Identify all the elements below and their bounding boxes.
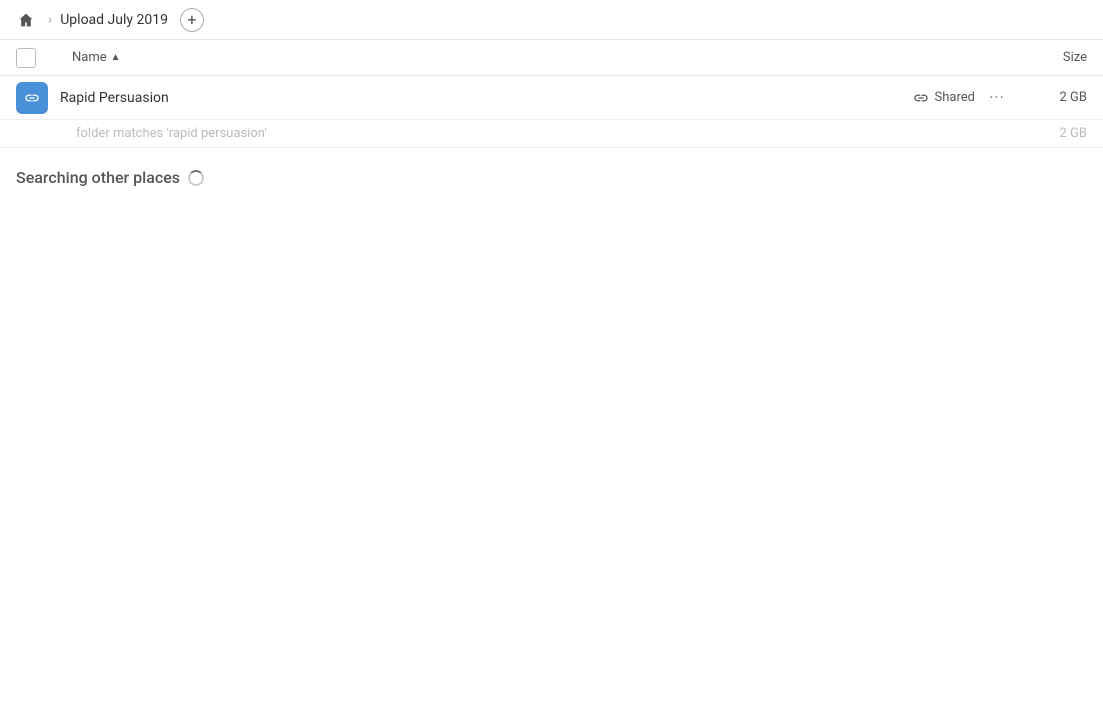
name-column-label: Name [72,50,107,65]
folder-match-text: folder matches 'rapid persuasion' [76,126,1027,141]
folder-match-row: folder matches 'rapid persuasion' 2 GB [0,120,1103,148]
breadcrumb-title: Upload July 2019 [60,12,168,28]
size-column-header: Size [1027,50,1087,65]
file-name: Rapid Persuasion [60,90,913,106]
add-button[interactable]: + [180,8,204,32]
file-icon [16,82,48,114]
searching-row: Searching other places [0,148,1103,207]
breadcrumb-separator: › [48,12,52,28]
shared-area: Shared [913,90,975,106]
name-column-header[interactable]: Name ▲ [72,50,1019,65]
folder-match-size: 2 GB [1027,126,1087,141]
more-options-button[interactable]: ··· [983,84,1011,112]
sort-arrow-icon: ▲ [111,52,121,63]
file-size: 2 GB [1027,90,1087,105]
shared-link-icon [913,90,929,106]
shared-label: Shared [935,90,975,105]
file-row[interactable]: Rapid Persuasion Shared ··· 2 GB [0,76,1103,120]
select-all-checkbox[interactable] [16,48,36,68]
top-bar: › Upload July 2019 + [0,0,1103,40]
column-headers: Name ▲ Size [0,40,1103,76]
loading-spinner [188,170,204,186]
searching-other-places-text: Searching other places [16,168,180,187]
home-button[interactable] [12,6,40,34]
